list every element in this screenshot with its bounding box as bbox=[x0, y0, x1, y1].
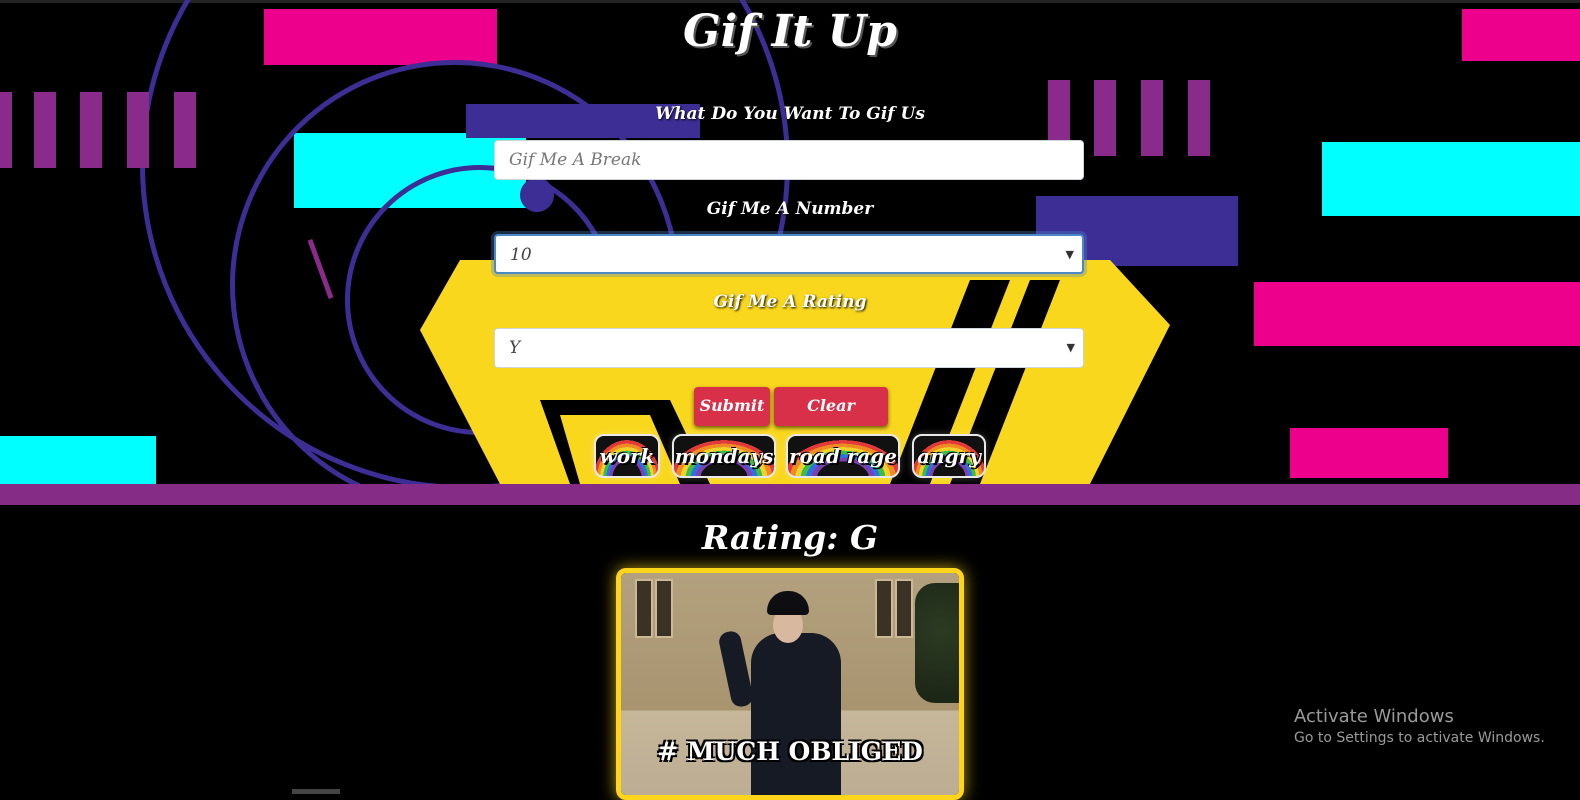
clear-search-button[interactable]: Clear Search bbox=[774, 387, 888, 452]
search-input[interactable]: Gif Me A Break bbox=[494, 140, 1084, 180]
number-select[interactable]: 10 ▼ bbox=[494, 234, 1084, 274]
tag-button-mondays[interactable]: mondays bbox=[672, 434, 776, 478]
building-window bbox=[635, 579, 653, 638]
rating-label: Gif Me A Rating bbox=[713, 292, 867, 312]
magenta-block bbox=[1290, 428, 1448, 478]
rating-select-value: Y bbox=[509, 338, 521, 358]
building-window bbox=[655, 579, 673, 638]
watermark-subtitle: Go to Settings to activate Windows. bbox=[1294, 730, 1545, 746]
bowler-hat bbox=[767, 591, 809, 615]
building-window bbox=[895, 579, 913, 638]
activate-windows-watermark: Activate Windows Go to Settings to activ… bbox=[1294, 706, 1545, 746]
hero-banner: Gif It Up What Do You Want To Gif Us Gif… bbox=[0, 0, 1580, 484]
horizontal-scrollbar-thumb[interactable] bbox=[292, 789, 340, 794]
search-label: What Do You Want To Gif Us bbox=[655, 104, 925, 124]
gif-result[interactable]: # MUCH OBLIGED bbox=[616, 568, 964, 800]
cyan-block bbox=[0, 436, 156, 484]
building-window bbox=[875, 579, 893, 638]
gif-caption: # MUCH OBLIGED bbox=[657, 737, 923, 766]
number-select-value: 10 bbox=[510, 245, 532, 265]
chevron-down-icon: ▼ bbox=[1066, 341, 1075, 354]
rating-select[interactable]: Y ▼ bbox=[494, 328, 1084, 368]
submit-button[interactable]: Submit bbox=[694, 387, 770, 426]
search-placeholder: Gif Me A Break bbox=[509, 150, 642, 170]
chevron-down-icon: ▼ bbox=[1065, 248, 1074, 261]
person-body bbox=[751, 633, 841, 795]
page-title: Gif It Up bbox=[683, 6, 897, 57]
tag-button-road-rage[interactable]: road rage bbox=[786, 434, 900, 478]
section-divider bbox=[0, 484, 1580, 505]
rating-heading: Rating: G bbox=[701, 518, 879, 557]
person-arm bbox=[717, 629, 755, 709]
tag-button-work[interactable]: work bbox=[594, 434, 660, 478]
watermark-title: Activate Windows bbox=[1294, 706, 1454, 727]
number-label: Gif Me A Number bbox=[706, 199, 874, 219]
tag-button-angry[interactable]: angry bbox=[912, 434, 986, 478]
tree bbox=[915, 583, 959, 703]
